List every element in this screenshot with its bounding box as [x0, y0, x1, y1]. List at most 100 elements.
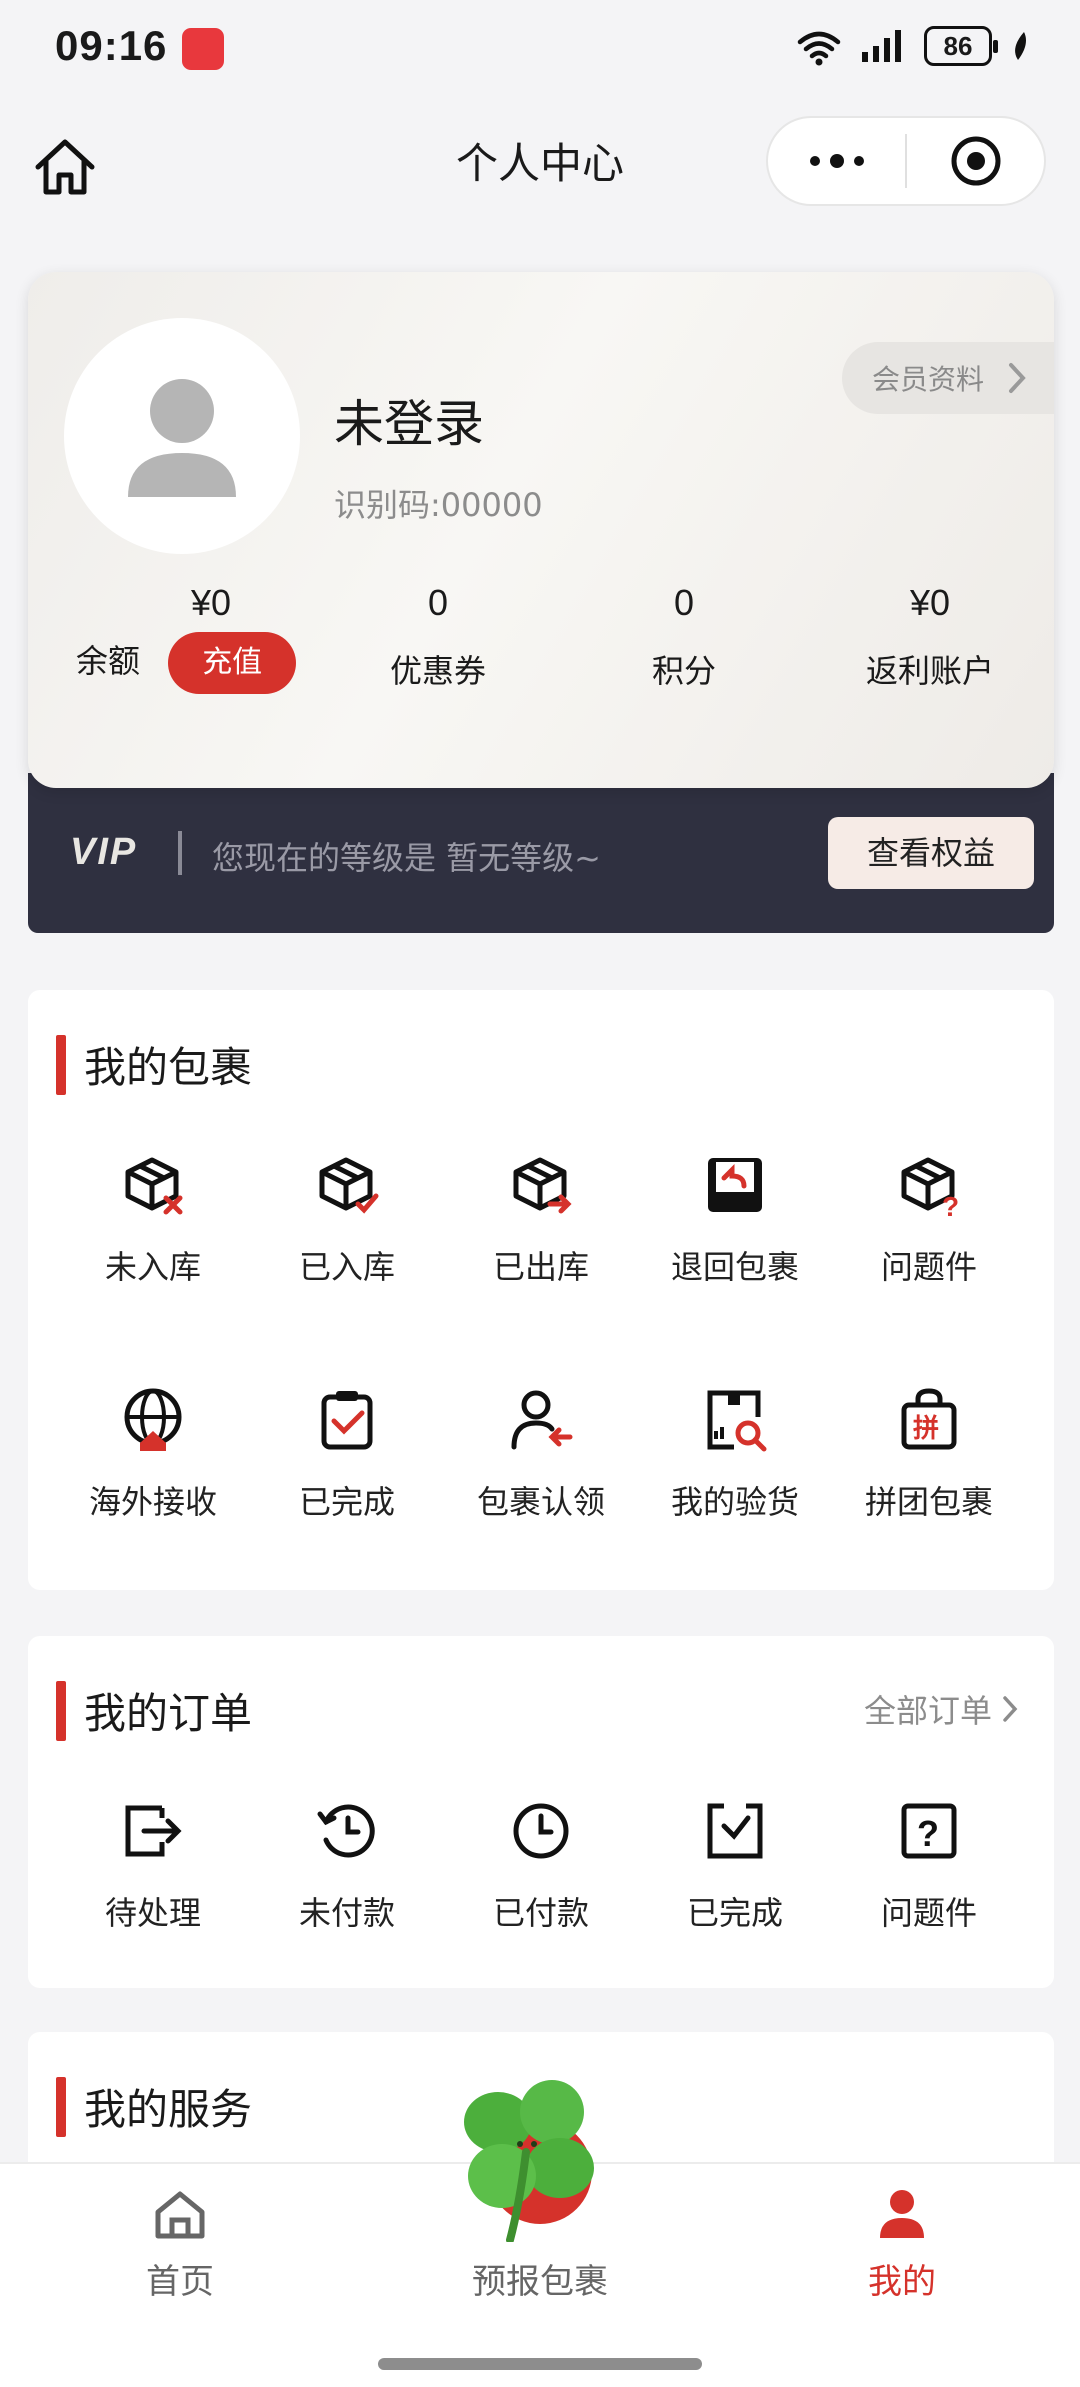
svg-text:?: ? — [942, 1191, 959, 1218]
order-paid[interactable]: 已付款 — [444, 1796, 638, 1934]
section-accent-bar — [56, 1034, 66, 1095]
svg-text:拼: 拼 — [913, 1414, 939, 1444]
clipboard-check-icon — [312, 1385, 382, 1455]
avatar[interactable] — [64, 318, 300, 554]
pending-exit-icon — [118, 1796, 188, 1866]
package-label: 已入库 — [298, 1248, 395, 1286]
coupons-label: 优惠券 — [389, 652, 486, 690]
status-time: 09:16 — [55, 22, 168, 69]
coupons-value: 0 — [427, 582, 449, 623]
home-icon — [155, 2191, 205, 2239]
question-square-icon: ? — [894, 1796, 964, 1866]
recharge-button[interactable]: 充值 — [168, 632, 297, 694]
signal-icon — [862, 30, 901, 62]
navigation-bar: 个人中心 — [0, 110, 1080, 220]
user-icon — [880, 2190, 924, 2238]
balance-value: ¥0 — [191, 582, 232, 623]
order-label: 问题件 — [880, 1894, 977, 1932]
clock-icon — [506, 1796, 576, 1866]
tab-forecast-label: 预报包裹 — [472, 2262, 608, 2302]
tab-home[interactable]: 首页 — [80, 2186, 280, 2303]
package-completed[interactable]: 已完成 — [250, 1385, 444, 1523]
inspect-icon — [700, 1385, 770, 1455]
notification-app-icon — [182, 28, 224, 70]
rebate-value: ¥0 — [909, 582, 951, 623]
section-accent-bar — [56, 2076, 66, 2137]
order-label: 待处理 — [104, 1894, 201, 1932]
tab-forecast[interactable]: 预报包裹 — [440, 2246, 640, 2303]
stat-points[interactable]: 0 积分 — [564, 582, 804, 692]
history-clock-icon — [312, 1796, 382, 1866]
tab-mine[interactable]: 我的 — [802, 2186, 1002, 2303]
packages-row-2: 海外接收 已完成 包裹认领 我的验货 拼 拼团包裹 — [28, 1385, 1054, 1523]
vip-logo: VIP — [70, 831, 138, 873]
box-check-icon — [312, 1150, 382, 1220]
points-label: 积分 — [651, 652, 716, 690]
vip-bar: VIP 您现在的等级是 暂无等级~ 查看权益 — [28, 773, 1054, 933]
view-benefits-button[interactable]: 查看权益 — [828, 817, 1034, 889]
vip-divider — [178, 831, 182, 875]
order-label: 已付款 — [492, 1894, 589, 1932]
order-label: 已完成 — [686, 1894, 783, 1932]
clover-icon — [464, 2080, 594, 2244]
packages-header: 我的包裹 — [56, 1034, 252, 1095]
wifi-icon — [797, 31, 841, 66]
package-claim[interactable]: 包裹认领 — [444, 1385, 638, 1523]
more-button[interactable] — [768, 118, 905, 204]
user-placeholder-icon — [128, 379, 236, 497]
vip-level-text: 您现在的等级是 暂无等级~ — [212, 839, 601, 877]
package-not-stored[interactable]: 未入库 — [56, 1150, 250, 1288]
battery-indicator: 86 — [924, 26, 998, 66]
tab-mine-label: 我的 — [868, 2262, 936, 2302]
globe-home-icon — [118, 1385, 188, 1455]
chevron-right-icon — [1009, 363, 1026, 393]
balance-label: 余额 — [76, 642, 141, 680]
leaf-icon — [1015, 32, 1026, 60]
package-inspection[interactable]: 我的验货 — [638, 1385, 832, 1523]
balance-row: 余额 充值 — [76, 632, 316, 694]
box-question-icon: ? — [894, 1150, 964, 1220]
package-problem[interactable]: ? 问题件 — [832, 1150, 1026, 1288]
package-stored[interactable]: 已入库 — [250, 1150, 444, 1288]
package-group[interactable]: 拼 拼团包裹 — [832, 1385, 1026, 1523]
all-orders-link[interactable]: 全部订单 — [864, 1686, 1018, 1732]
member-info-button[interactable]: 会员资料 — [842, 342, 1054, 414]
order-label: 未付款 — [298, 1894, 395, 1932]
section-accent-bar — [56, 1680, 66, 1741]
package-label: 我的验货 — [670, 1483, 799, 1521]
forecast-fab-button[interactable] — [440, 2072, 620, 2244]
package-label: 问题件 — [880, 1248, 977, 1286]
package-label: 拼团包裹 — [864, 1483, 993, 1521]
rebate-label: 返利账户 — [865, 652, 994, 690]
packages-title: 我的包裹 — [84, 1043, 253, 1092]
home-indicator — [378, 2358, 702, 2370]
all-orders-label: 全部订单 — [863, 1692, 992, 1730]
package-label: 已完成 — [298, 1483, 395, 1521]
status-indicators: 86 — [796, 26, 1030, 66]
order-problem[interactable]: ? 问题件 — [832, 1796, 1026, 1934]
orders-row: 待处理 未付款 已付款 已完成 ? 问题件 — [28, 1796, 1054, 1934]
stat-rebate[interactable]: ¥0 返利账户 — [810, 582, 1050, 692]
svg-text:?: ? — [917, 1813, 939, 1854]
package-returned[interactable]: 退回包裹 — [638, 1150, 832, 1288]
package-label: 海外接收 — [88, 1483, 217, 1521]
package-shipped[interactable]: 已出库 — [444, 1150, 638, 1288]
package-label: 退回包裹 — [670, 1248, 799, 1286]
stat-coupons[interactable]: 0 优惠券 — [318, 582, 558, 692]
packages-section: 我的包裹 未入库 已入库 已出库 退回包裹 ? 问题件 海外接收 已完成 包裹认… — [28, 990, 1054, 1590]
username[interactable]: 未登录 — [334, 384, 484, 456]
target-circle-icon — [951, 136, 1000, 186]
stat-balance[interactable]: ¥0 余额 充值 — [76, 582, 316, 694]
close-program-button[interactable] — [907, 118, 1044, 204]
mini-program-capsule — [766, 116, 1046, 206]
order-unpaid[interactable]: 未付款 — [250, 1796, 444, 1934]
package-label: 已出库 — [492, 1248, 589, 1286]
order-completed[interactable]: 已完成 — [638, 1796, 832, 1934]
status-bar: 09:16 86 — [0, 0, 1080, 100]
order-pending[interactable]: 待处理 — [56, 1796, 250, 1934]
user-claim-icon — [506, 1385, 576, 1455]
chevron-right-icon — [1003, 1696, 1018, 1722]
package-overseas[interactable]: 海外接收 — [56, 1385, 250, 1523]
services-title: 我的服务 — [84, 2085, 253, 2134]
return-tray-icon — [700, 1150, 770, 1220]
